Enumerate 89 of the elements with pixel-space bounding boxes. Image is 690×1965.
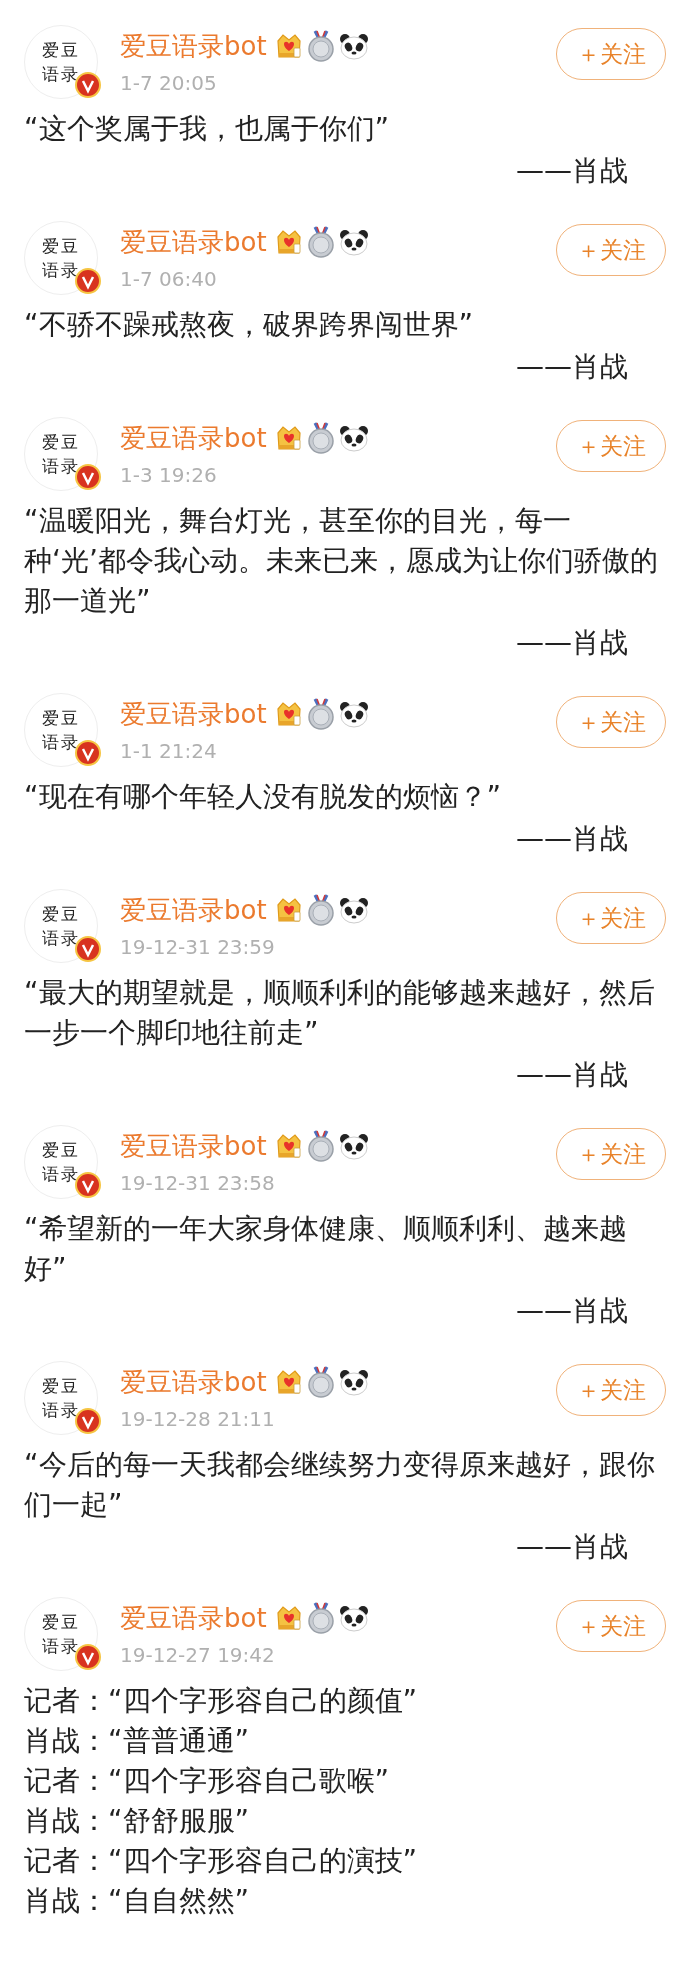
follow-button[interactable]: ＋关注 (556, 696, 666, 748)
avatar-text: 爱豆 (42, 39, 80, 62)
avatar-text: 语录 (42, 1635, 80, 1658)
post-time: 19-12-31 23:59 (120, 935, 276, 959)
medal-icon (306, 1130, 335, 1162)
post-text-line: 那一道光” (24, 583, 152, 619)
avatar-text: 语录 (42, 731, 80, 754)
post-text-line: 们一起” (24, 1487, 124, 1523)
quote-attribution: ——肖战 (516, 1057, 628, 1093)
panda-icon (338, 1604, 369, 1632)
follow-button[interactable]: ＋关注 (556, 892, 666, 944)
post-time: 1-7 06:40 (120, 267, 218, 291)
avatar[interactable]: 爱豆 语录 (24, 1597, 98, 1671)
follow-button[interactable]: ＋关注 (556, 420, 666, 472)
post-text-line: 记者：“四个字形容自己歌喉” (24, 1763, 390, 1799)
post-time: 1-7 20:05 (120, 71, 218, 95)
avatar-text: 语录 (42, 259, 80, 282)
username[interactable]: 爱豆语录bot (120, 224, 267, 260)
follow-button[interactable]: ＋关注 (556, 224, 666, 276)
avatar[interactable]: 爱豆 语录 (24, 417, 98, 491)
panda-icon (338, 1132, 369, 1160)
post-text-line: 肖战：“舒舒服服” (24, 1803, 250, 1839)
username[interactable]: 爱豆语录bot (120, 1364, 267, 1400)
post-text-line: 记者：“四个字形容自己的演技” (24, 1843, 418, 1879)
post-time: 19-12-28 21:11 (120, 1407, 276, 1431)
avatar[interactable]: 爱豆 语录 (24, 25, 98, 99)
avatar-text: 语录 (42, 63, 80, 86)
post-time: 19-12-31 23:58 (120, 1171, 276, 1195)
post-text-line: “现在有哪个年轻人没有脱发的烦恼？” (24, 779, 502, 815)
quote-attribution: ——肖战 (516, 153, 628, 189)
avatar-text: 爱豆 (42, 1375, 80, 1398)
avatar[interactable]: 爱豆 语录 (24, 1125, 98, 1199)
avatar-text: 爱豆 (42, 1611, 80, 1634)
username[interactable]: 爱豆语录bot (120, 1128, 267, 1164)
follow-button[interactable]: ＋关注 (556, 1128, 666, 1180)
quote-attribution: ——肖战 (516, 349, 628, 385)
username[interactable]: 爱豆语录bot (120, 1600, 267, 1636)
post-text-line: “希望新的一年大家身体健康、顺顺利利、越来越 (24, 1211, 628, 1247)
avatar-text: 爱豆 (42, 1139, 80, 1162)
post-text-line: “这个奖属于我，也属于你们” (24, 111, 390, 147)
medal-icon (306, 1366, 335, 1398)
medal-icon (306, 226, 335, 258)
avatar-text: 爱豆 (42, 431, 80, 454)
username[interactable]: 爱豆语录bot (120, 892, 267, 928)
avatar-text: 语录 (42, 455, 80, 478)
quote-attribution: ——肖战 (516, 625, 628, 661)
avatar[interactable]: 爱豆 语录 (24, 1361, 98, 1435)
post-text-line: “温暖阳光，舞台灯光，甚至你的目光，每一 (24, 503, 572, 539)
panda-icon (338, 896, 369, 924)
post-text-line: 种‘光’都令我心动。未来已来，愿成为让你们骄傲的 (24, 543, 659, 579)
avatar-text: 爱豆 (42, 707, 80, 730)
quote-attribution: ——肖战 (516, 1293, 628, 1329)
username[interactable]: 爱豆语录bot (120, 28, 267, 64)
post-text-line: 肖战：“自自然然” (24, 1883, 250, 1919)
avatar-text: 语录 (42, 1399, 80, 1422)
avatar-text: 爱豆 (42, 235, 80, 258)
quote-attribution: ——肖战 (516, 821, 628, 857)
medal-icon (306, 698, 335, 730)
post-text-line: 好” (24, 1251, 68, 1287)
medal-icon (306, 1602, 335, 1634)
panda-icon (338, 228, 369, 256)
avatar-text: 语录 (42, 927, 80, 950)
medal-icon (306, 30, 335, 62)
username[interactable]: 爱豆语录bot (120, 696, 267, 732)
follow-button[interactable]: ＋关注 (556, 1364, 666, 1416)
post-text-line: “不骄不躁戒熬夜，破界跨界闯世界” (24, 307, 474, 343)
post-text-line: 一步一个脚印地往前走” (24, 1015, 320, 1051)
panda-icon (338, 1368, 369, 1396)
follow-button[interactable]: ＋关注 (556, 28, 666, 80)
medal-icon (306, 894, 335, 926)
post-text-line: 肖战：“普普通通” (24, 1723, 250, 1759)
panda-icon (338, 32, 369, 60)
avatar-text: 爱豆 (42, 903, 80, 926)
post-time: 19-12-27 19:42 (120, 1643, 276, 1667)
post-time: 1-3 19:26 (120, 463, 218, 487)
post-text-line: 记者：“四个字形容自己的颜值” (24, 1683, 418, 1719)
panda-icon (338, 424, 369, 452)
quote-attribution: ——肖战 (516, 1529, 628, 1565)
avatar-text: 语录 (42, 1163, 80, 1186)
panda-icon (338, 700, 369, 728)
post-text-line: “最大的期望就是，顺顺利利的能够越来越好，然后 (24, 975, 656, 1011)
username[interactable]: 爱豆语录bot (120, 420, 267, 456)
follow-button[interactable]: ＋关注 (556, 1600, 666, 1652)
avatar[interactable]: 爱豆 语录 (24, 693, 98, 767)
avatar[interactable]: 爱豆 语录 (24, 889, 98, 963)
post-text-line: “今后的每一天我都会继续努力变得原来越好，跟你 (24, 1447, 656, 1483)
medal-icon (306, 422, 335, 454)
post-time: 1-1 21:24 (120, 739, 218, 763)
avatar[interactable]: 爱豆 语录 (24, 221, 98, 295)
